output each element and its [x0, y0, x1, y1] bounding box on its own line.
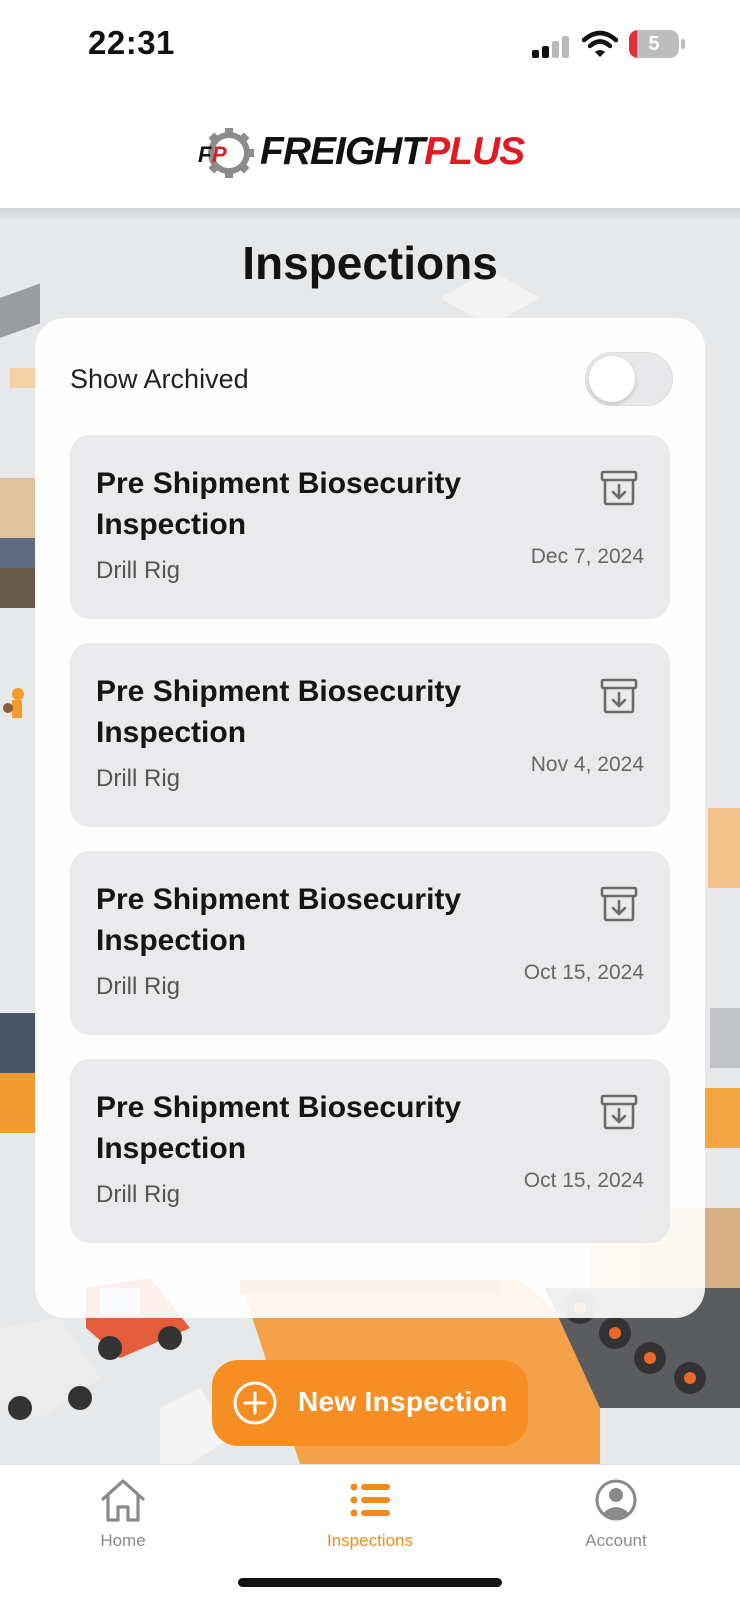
brand-logo-text: FREIGHTPLUS — [260, 130, 525, 174]
inspection-date: Oct 15, 2024 — [523, 961, 644, 984]
show-archived-row: Show Archived — [70, 352, 673, 408]
archive-icon[interactable] — [598, 1091, 640, 1133]
inspection-subtitle: Drill Rig — [96, 973, 180, 1000]
inspections-panel: Show Archived Pre Shipment Biosecurity I… — [35, 318, 705, 1318]
show-archived-toggle[interactable] — [585, 352, 673, 406]
inspection-title: Pre Shipment Biosecurity Inspection — [96, 675, 462, 749]
brand-header: F P FREIGHTPLUS — [0, 90, 740, 208]
status-time: 22:31 — [88, 24, 175, 61]
new-inspection-button[interactable]: New Inspection — [212, 1360, 528, 1446]
main-content: Inspections Show Archived Pre Shipment B… — [0, 208, 740, 1464]
wifi-icon — [582, 30, 618, 57]
inspection-date: Dec 7, 2024 — [530, 545, 644, 568]
inspection-date: Nov 4, 2024 — [530, 753, 644, 776]
inspection-card[interactable]: Pre Shipment Biosecurity Inspection Dril… — [70, 851, 670, 1035]
tab-inspections-label: Inspections — [327, 1531, 413, 1550]
inspection-card[interactable]: Pre Shipment Biosecurity Inspection Dril… — [70, 1059, 670, 1243]
tab-home[interactable]: Home — [43, 1477, 203, 1557]
new-inspection-label: New Inspection — [298, 1386, 508, 1417]
battery-icon: 5 — [629, 30, 679, 58]
inspection-title: Pre Shipment Biosecurity Inspection — [96, 467, 462, 541]
inspection-title: Pre Shipment Biosecurity Inspection — [96, 1091, 462, 1165]
status-bar: 22:31 5 — [0, 0, 740, 90]
toggle-knob — [589, 356, 635, 402]
logo-gear-icon: F P — [198, 128, 254, 178]
inspection-title: Pre Shipment Biosecurity Inspection — [96, 883, 462, 957]
brand-name-freight: FREIGHT — [260, 130, 425, 173]
archive-icon[interactable] — [598, 675, 640, 717]
logo-mark-letter-p: P — [212, 142, 227, 167]
plus-circle-icon — [233, 1381, 277, 1425]
list-icon — [350, 1483, 390, 1517]
inspection-card[interactable]: Pre Shipment Biosecurity Inspection Dril… — [70, 435, 670, 619]
page-title: Inspections — [242, 237, 498, 289]
tab-account-label: Account — [585, 1531, 647, 1550]
inspection-date: Oct 15, 2024 — [523, 1169, 644, 1192]
account-icon — [595, 1479, 637, 1521]
archive-icon[interactable] — [598, 467, 640, 509]
battery-cap — [681, 39, 685, 49]
inspection-subtitle: Drill Rig — [96, 1181, 180, 1208]
battery-level: 5 — [648, 33, 660, 55]
inspection-subtitle: Drill Rig — [96, 557, 180, 584]
tab-home-label: Home — [100, 1531, 146, 1550]
cellular-signal-icon — [532, 36, 572, 58]
show-archived-label: Show Archived — [70, 364, 249, 394]
brand-name-plus: PLUS — [424, 130, 525, 173]
home-indicator — [238, 1578, 502, 1587]
logo-mark-letter-f: F — [198, 142, 212, 167]
archive-icon[interactable] — [598, 883, 640, 925]
inspection-subtitle: Drill Rig — [96, 765, 180, 792]
tab-inspections[interactable]: Inspections — [290, 1477, 450, 1557]
inspection-card[interactable]: Pre Shipment Biosecurity Inspection Dril… — [70, 643, 670, 827]
tab-account[interactable]: Account — [536, 1477, 696, 1557]
home-icon — [101, 1479, 145, 1522]
